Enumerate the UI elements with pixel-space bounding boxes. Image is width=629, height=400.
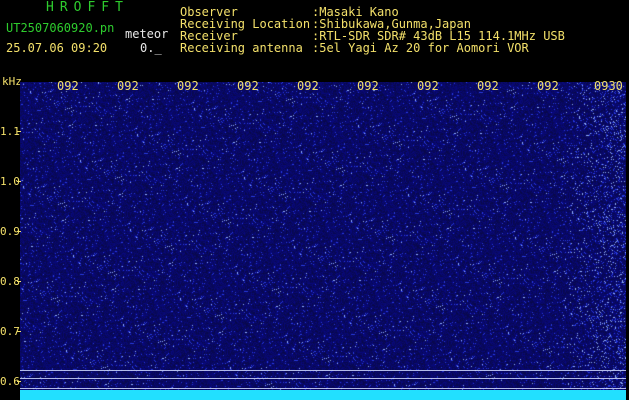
y-axis-unit: kHz <box>2 75 22 88</box>
datetime-label: 25.07.06 09:20 <box>6 41 108 55</box>
mode-label: meteor <box>125 27 169 41</box>
marker-line <box>20 370 626 371</box>
y-tick-mark <box>17 231 21 232</box>
y-tick-mark <box>17 381 21 382</box>
file-name: UT2507060920.pn <box>6 21 115 35</box>
x-tick-label: 092 <box>117 79 139 93</box>
x-tick-label: 092 <box>537 79 559 93</box>
spectrogram-plot[interactable] <box>20 82 626 397</box>
x-tick-label: 092 <box>177 79 199 93</box>
noise-floor-bar <box>20 390 626 400</box>
y-tick-mark <box>17 181 21 182</box>
y-tick-label: 1.1 <box>0 125 20 138</box>
antenna-value: :5el Yagi Az 20 for Aomori VOR <box>312 41 529 55</box>
x-tick-label: 092 <box>57 79 79 93</box>
y-tick-label: 0.7 <box>0 325 20 338</box>
y-tick-mark <box>17 331 21 332</box>
x-tick-label: 092 <box>357 79 379 93</box>
x-tick-label: 092 <box>417 79 439 93</box>
app-title: HROFFT <box>46 0 129 15</box>
antenna-label: Receiving antenna <box>180 41 303 55</box>
x-tick-label: 092 <box>297 79 319 93</box>
marker-line <box>20 378 626 379</box>
x-tick-label: 0930 <box>594 79 623 93</box>
y-tick-label: 0.9 <box>0 225 20 238</box>
y-tick-mark <box>17 131 21 132</box>
y-tick-label: 1.0 <box>0 175 20 188</box>
y-tick-label: 0.8 <box>0 275 20 288</box>
marker-line <box>20 388 626 389</box>
x-tick-label: 092 <box>237 79 259 93</box>
y-tick-label: 0.6 <box>0 375 20 388</box>
x-tick-label: 092 <box>477 79 499 93</box>
count-label: 0._ <box>140 41 162 55</box>
spectrogram-canvas <box>20 82 626 397</box>
y-tick-mark <box>17 281 21 282</box>
